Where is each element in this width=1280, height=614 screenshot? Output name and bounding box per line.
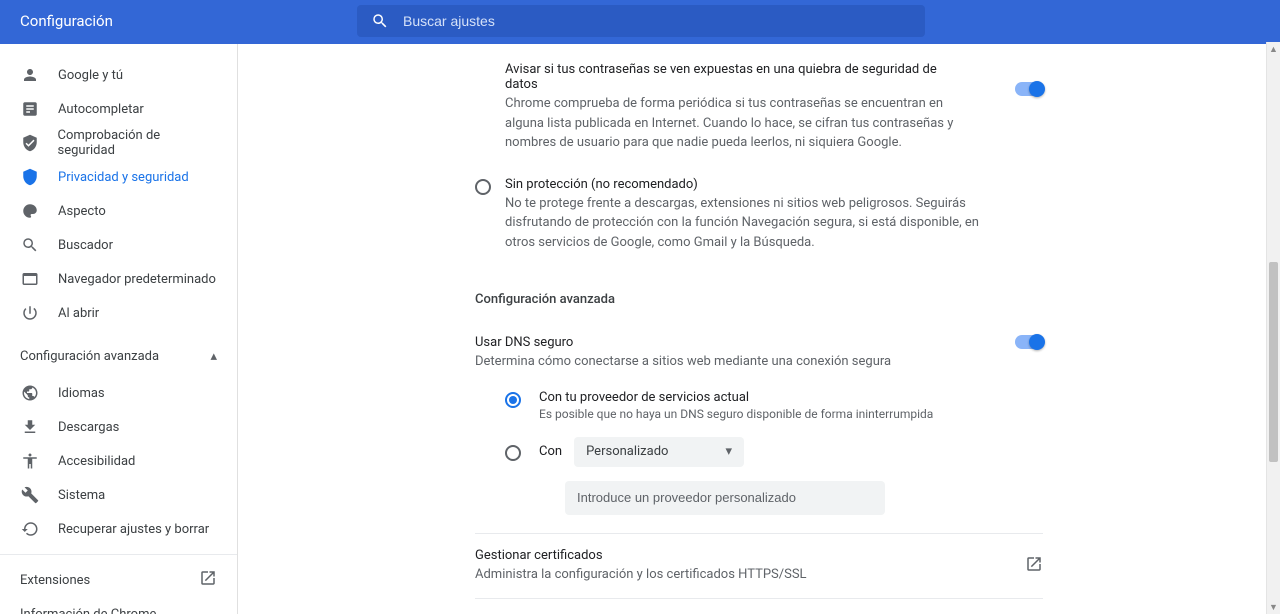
sidebar-item-appearance[interactable]: Aspecto [0, 194, 237, 228]
sidebar-item-label: Comprobación de seguridad [58, 128, 217, 158]
sidebar: Google y tú Autocompletar Comprobación d… [0, 44, 238, 614]
sidebar-item-label: Descargas [58, 420, 119, 435]
sidebar-item-downloads[interactable]: Descargas [0, 410, 237, 444]
browser-icon [20, 269, 40, 289]
search-icon [20, 235, 40, 255]
sidebar-item-label: Buscador [58, 238, 113, 253]
main-content: Avisar si tus contraseñas se ven expuest… [238, 44, 1280, 614]
sidebar-section-advanced[interactable]: Configuración avanzada ▴ [0, 336, 237, 376]
sidebar-item-label: Google y tú [58, 68, 123, 83]
scroll-up-icon[interactable]: ▲ [1267, 42, 1280, 56]
option-title: Avisar si tus contraseñas se ven expuest… [505, 62, 969, 92]
sidebar-link-extensions[interactable]: Extensiones [0, 563, 237, 597]
dns-custom-input[interactable] [565, 481, 885, 515]
sidebar-item-label: Aspecto [58, 204, 106, 219]
section-heading-advanced: Configuración avanzada [475, 292, 1043, 307]
external-link-icon [199, 569, 217, 591]
option-password-breach: Avisar si tus contraseñas se ven expuest… [475, 54, 1043, 169]
row-description: Determina cómo conectarse a sitios web m… [475, 352, 1015, 372]
sub-option-label: Con [539, 444, 562, 459]
row-description: Administra la configuración y los certif… [475, 565, 1005, 585]
sidebar-item-privacy-security[interactable]: Privacidad y seguridad [0, 160, 237, 194]
row-title: Usar DNS seguro [475, 335, 1015, 350]
dns-option-current-provider[interactable]: Con tu proveedor de servicios actual Es … [505, 382, 1043, 429]
sidebar-section-label: Configuración avanzada [20, 349, 159, 364]
row-manage-certificates[interactable]: Gestionar certificados Administra la con… [475, 533, 1043, 599]
external-link-icon [1025, 562, 1043, 577]
app-header: Configuración [0, 0, 1280, 42]
chevron-down-icon: ▾ [726, 444, 733, 459]
shield-icon [20, 167, 40, 187]
scroll-down-icon[interactable]: ▼ [1267, 600, 1280, 614]
sidebar-item-system[interactable]: Sistema [0, 478, 237, 512]
chevron-up-icon: ▴ [210, 349, 217, 364]
sidebar-item-safety-check[interactable]: Comprobación de seguridad [0, 126, 237, 160]
sidebar-link-about[interactable]: Información de Chrome [0, 597, 237, 614]
sidebar-item-label: Idiomas [58, 386, 105, 401]
restore-icon [20, 519, 40, 539]
sidebar-item-label: Al abrir [58, 306, 99, 321]
sidebar-item-autocomplete[interactable]: Autocompletar [0, 92, 237, 126]
dns-option-custom[interactable]: Con Personalizado ▾ [505, 429, 1043, 475]
scrollbar-thumb[interactable] [1269, 262, 1278, 462]
globe-icon [20, 383, 40, 403]
row-secure-dns: Usar DNS seguro Determina cómo conectars… [475, 325, 1043, 382]
download-icon [20, 417, 40, 437]
dropdown-value: Personalizado [586, 444, 668, 459]
sidebar-link-label: Extensiones [20, 573, 90, 588]
app-title: Configuración [20, 12, 357, 30]
wrench-icon [20, 485, 40, 505]
toggle-secure-dns[interactable] [1015, 335, 1043, 349]
option-no-protection[interactable]: Sin protección (no recomendado) No te pr… [475, 169, 1043, 269]
toggle-password-breach[interactable] [1015, 82, 1043, 96]
sidebar-item-label: Recuperar ajustes y borrar [58, 522, 209, 537]
search-box[interactable] [357, 5, 925, 37]
radio-no-protection[interactable] [475, 179, 491, 195]
radio-dns-current[interactable] [505, 392, 521, 408]
sidebar-item-default-browser[interactable]: Navegador predeterminado [0, 262, 237, 296]
radio-dns-custom[interactable] [505, 445, 521, 461]
sidebar-item-label: Autocompletar [58, 102, 144, 117]
accessibility-icon [20, 451, 40, 471]
sidebar-item-label: Navegador predeterminado [58, 272, 216, 287]
sidebar-item-on-startup[interactable]: Al abrir [0, 296, 237, 330]
sidebar-item-google-you[interactable]: Google y tú [0, 58, 237, 92]
shield-check-icon [20, 133, 40, 153]
row-advanced-protection[interactable]: Programa de Protección Avanzada de Googl… [475, 598, 1043, 614]
sidebar-item-reset[interactable]: Recuperar ajustes y borrar [0, 512, 237, 546]
sidebar-item-languages[interactable]: Idiomas [0, 376, 237, 410]
sidebar-item-search[interactable]: Buscador [0, 228, 237, 262]
scrollbar[interactable]: ▲ ▼ [1266, 42, 1280, 614]
person-icon [20, 65, 40, 85]
sub-option-description: Es posible que no haya un DNS seguro dis… [539, 407, 1043, 421]
sidebar-item-label: Privacidad y seguridad [58, 170, 189, 185]
dns-provider-dropdown[interactable]: Personalizado ▾ [574, 437, 744, 467]
row-title: Gestionar certificados [475, 548, 1005, 563]
search-icon [371, 12, 389, 30]
sidebar-link-label: Información de Chrome [20, 607, 156, 614]
sidebar-item-accessibility[interactable]: Accesibilidad [0, 444, 237, 478]
option-description: No te protege frente a descargas, extens… [505, 194, 1003, 253]
option-description: Chrome comprueba de forma periódica si t… [505, 94, 969, 153]
sidebar-item-label: Accesibilidad [58, 454, 135, 469]
search-input[interactable] [403, 13, 911, 29]
autofill-icon [20, 99, 40, 119]
option-title: Sin protección (no recomendado) [505, 177, 1003, 192]
power-icon [20, 303, 40, 323]
palette-icon [20, 201, 40, 221]
sidebar-item-label: Sistema [58, 488, 105, 503]
sub-option-title: Con tu proveedor de servicios actual [539, 390, 1043, 405]
